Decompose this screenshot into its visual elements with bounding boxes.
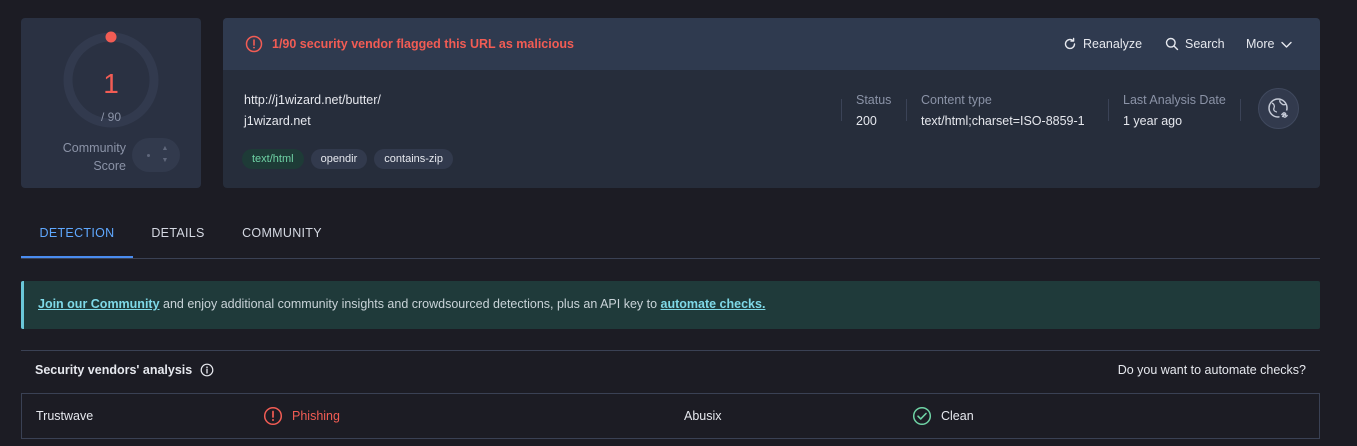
status-value: 200 xyxy=(856,114,877,128)
community-banner-text: Join our Community and enjoy additional … xyxy=(38,297,766,311)
score-ring-marker xyxy=(105,31,117,43)
check-circle-icon xyxy=(912,406,932,426)
tag[interactable]: opendir xyxy=(310,149,368,169)
last-analysis-field: Last Analysis Date 1 year ago xyxy=(1123,93,1226,128)
tab-detection[interactable]: DETECTION xyxy=(21,208,133,258)
tab-details[interactable]: DETAILS xyxy=(133,208,223,258)
automate-checks-link[interactable]: automate checks. xyxy=(661,297,766,311)
alert-message: 1/90 security vendor flagged this URL as… xyxy=(272,37,574,51)
vendor-row: Trustwave Phishing Abusix Clean xyxy=(21,393,1320,439)
url-summary-card: 1/90 security vendor flagged this URL as… xyxy=(223,18,1320,188)
community-score-dot xyxy=(147,154,150,157)
detection-score-card: 1 / 90 Community Score ▲ ▼ xyxy=(21,18,201,188)
vendor-name: Abusix xyxy=(684,409,722,423)
divider xyxy=(841,99,842,121)
community-banner: Join our Community and enjoy additional … xyxy=(21,281,1320,329)
report-tabs: DETECTION DETAILS COMMUNITY xyxy=(21,208,1320,259)
info-icon[interactable] xyxy=(200,363,214,377)
vendors-title: Security vendors' analysis xyxy=(35,363,214,377)
divider xyxy=(906,99,907,121)
url-type-badge xyxy=(1258,88,1299,129)
vendor-result-phishing: Phishing xyxy=(263,406,340,426)
reanalyze-button[interactable]: Reanalyze xyxy=(1063,36,1142,52)
refresh-icon xyxy=(1064,37,1076,50)
alert-circle-icon xyxy=(245,35,263,53)
more-menu-button[interactable]: More xyxy=(1246,36,1293,52)
vendors-header: Security vendors' analysis Do you want t… xyxy=(21,350,1320,393)
content-type-value: text/html;charset=ISO-8859-1 xyxy=(921,114,1085,128)
tag[interactable]: text/html xyxy=(242,149,304,169)
divider xyxy=(1108,99,1109,121)
detection-count: 1 xyxy=(103,68,119,99)
globe-link-icon xyxy=(1268,98,1290,120)
vendor-name: Trustwave xyxy=(36,409,94,423)
tab-community[interactable]: COMMUNITY xyxy=(223,208,341,258)
alert-bar: 1/90 security vendor flagged this URL as… xyxy=(223,18,1320,70)
tag[interactable]: contains-zip xyxy=(374,149,453,169)
active-tab-indicator xyxy=(21,256,133,258)
last-analysis-value: 1 year ago xyxy=(1123,114,1183,128)
vendor-result-clean: Clean xyxy=(912,406,974,426)
analyzed-url: http://j1wizard.net/butter/ xyxy=(244,93,381,107)
upvote-icon[interactable]: ▲ xyxy=(159,144,171,154)
join-community-link[interactable]: Join our Community xyxy=(38,297,160,311)
analyzed-domain[interactable]: j1wizard.net xyxy=(244,114,311,128)
automate-checks-prompt[interactable]: Do you want to automate checks? xyxy=(1118,363,1306,377)
search-icon xyxy=(1165,37,1179,51)
search-button[interactable]: Search xyxy=(1165,36,1225,52)
content-type-field: Content type text/html;charset=ISO-8859-… xyxy=(921,93,1085,128)
status-field: Status 200 xyxy=(856,93,892,128)
alert-circle-icon xyxy=(263,406,283,426)
detection-total: / 90 xyxy=(100,110,121,124)
community-score-label: Community Score xyxy=(62,141,126,173)
tag-list: text/html opendir contains-zip xyxy=(242,149,453,169)
downvote-icon[interactable]: ▼ xyxy=(159,156,171,166)
divider xyxy=(1240,99,1241,121)
chevron-down-icon xyxy=(1281,41,1293,48)
community-vote-widget[interactable]: ▲ ▼ xyxy=(132,138,180,172)
